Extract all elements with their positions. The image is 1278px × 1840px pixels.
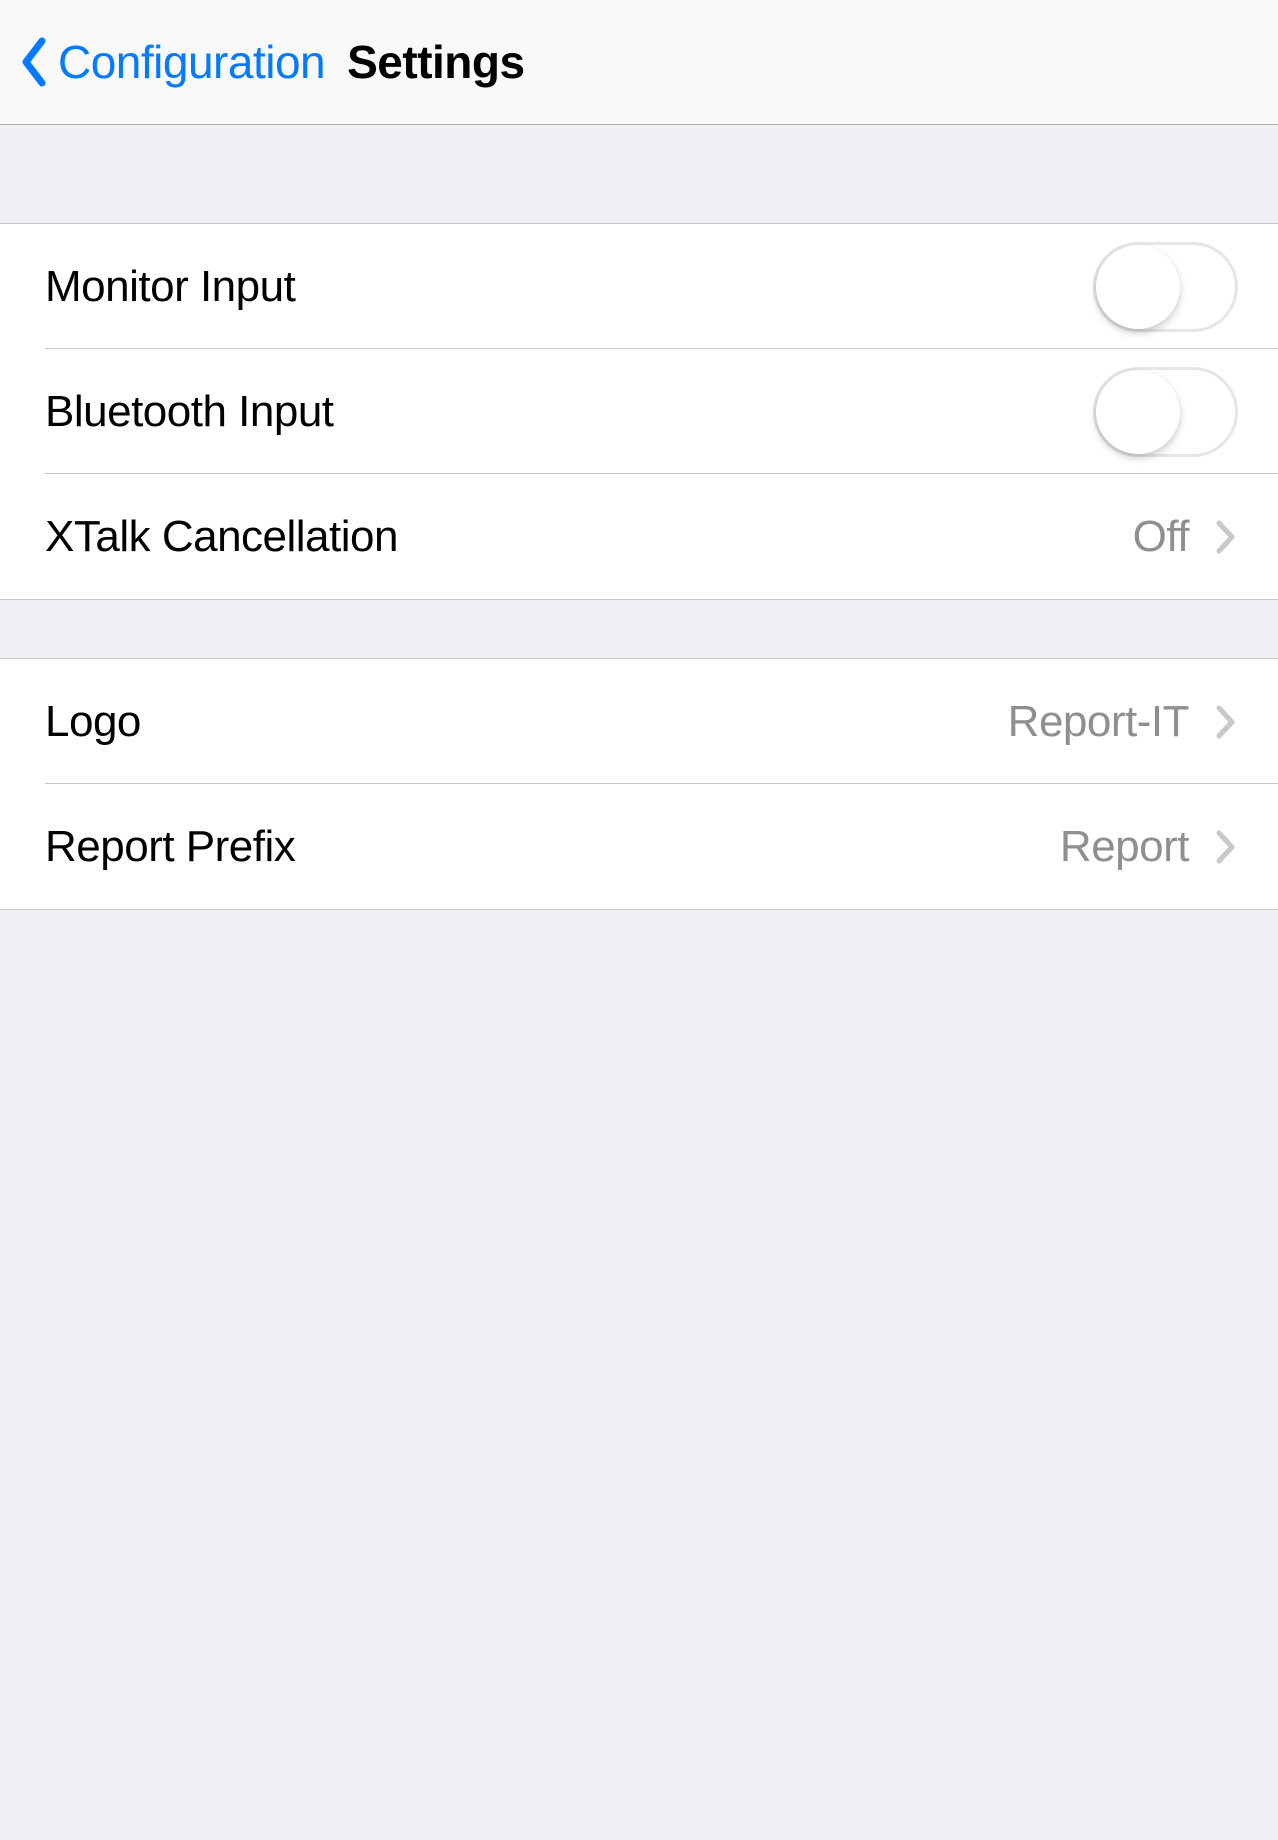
back-button[interactable]: Configuration	[20, 35, 325, 89]
bluetooth-input-toggle[interactable]	[1093, 367, 1238, 457]
logo-label: Logo	[45, 697, 1008, 747]
report-prefix-row[interactable]: Report Prefix Report	[0, 784, 1278, 909]
settings-group-2: Logo Report-IT Report Prefix Report	[0, 658, 1278, 910]
toggle-knob	[1096, 370, 1180, 454]
xtalk-cancellation-row[interactable]: XTalk Cancellation Off	[0, 474, 1278, 599]
monitor-input-label: Monitor Input	[45, 262, 1093, 312]
section-spacer	[0, 600, 1278, 658]
section-spacer	[0, 125, 1278, 223]
monitor-input-toggle[interactable]	[1093, 242, 1238, 332]
logo-value: Report-IT	[1008, 697, 1189, 747]
xtalk-value: Off	[1133, 512, 1189, 562]
bluetooth-input-label: Bluetooth Input	[45, 387, 1093, 437]
toggle-knob	[1096, 245, 1180, 329]
chevron-right-icon	[1214, 702, 1238, 742]
logo-row[interactable]: Logo Report-IT	[0, 659, 1278, 784]
report-prefix-value: Report	[1060, 822, 1189, 872]
navigation-bar: Configuration Settings	[0, 0, 1278, 125]
back-label: Configuration	[58, 35, 325, 89]
bluetooth-input-row: Bluetooth Input	[0, 349, 1278, 474]
chevron-left-icon	[20, 37, 50, 87]
report-prefix-label: Report Prefix	[45, 822, 1060, 872]
chevron-right-icon	[1214, 827, 1238, 867]
xtalk-label: XTalk Cancellation	[45, 512, 1133, 562]
page-title: Settings	[347, 35, 524, 89]
chevron-right-icon	[1214, 517, 1238, 557]
monitor-input-row: Monitor Input	[0, 224, 1278, 349]
settings-group-1: Monitor Input Bluetooth Input XTalk Canc…	[0, 223, 1278, 600]
